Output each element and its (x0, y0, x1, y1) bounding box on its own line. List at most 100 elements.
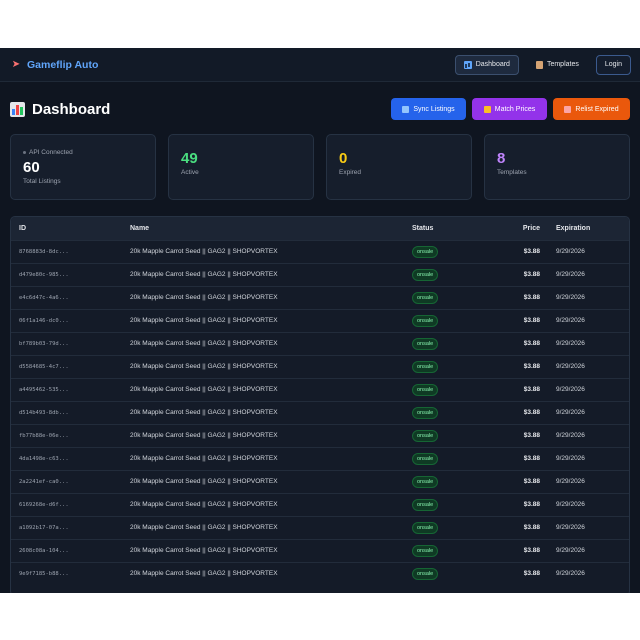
listing-price-cell: $3.88 (523, 547, 540, 554)
listing-status-cell: onsale (404, 493, 482, 516)
table-row[interactable]: 06f1a146-dc0... 20k Mapple Carrot Seed ||… (11, 309, 629, 332)
status-badge: onsale (412, 360, 439, 373)
listing-expiration-cell: 9/29/2026 (556, 455, 585, 462)
status-badge: onsale (412, 337, 439, 350)
nav-dashboard-label: Dashboard (475, 61, 510, 68)
table-row[interactable]: d479e80c-985... 20k Mapple Carrot Seed ||… (11, 263, 629, 286)
status-badge: onsale (412, 544, 439, 557)
listing-id-cell: d514b493-8db... (19, 409, 69, 416)
sync-listings-button[interactable]: Sync Listings (391, 98, 466, 120)
table-row[interactable]: 4da1498e-c63... 20k Mapple Carrot Seed ||… (11, 447, 629, 470)
relist-expired-label: Relist Expired (575, 105, 619, 113)
total-listings-value: 60 (23, 159, 40, 176)
table-row[interactable]: d5584685-4c7... 20k Mapple Carrot Seed ||… (11, 355, 629, 378)
table-row[interactable]: fb77b88e-06e... 20k Mapple Carrot Seed ||… (11, 424, 629, 447)
fire-icon (483, 105, 491, 113)
listing-name-cell: 20k Mapple Carrot Seed || GAG2 || SHOPVO… (130, 317, 278, 324)
match-prices-button[interactable]: Match Prices (472, 98, 547, 120)
listing-status-cell: onsale (404, 562, 482, 585)
api-status-text: API Connected (29, 149, 73, 156)
table-row[interactable]: bf789b03-79d... 20k Mapple Carrot Seed ||… (11, 332, 629, 355)
listing-name-cell: 20k Mapple Carrot Seed || GAG2 || SHOPVO… (130, 271, 278, 278)
listing-price-cell: $3.88 (523, 271, 540, 278)
listing-expiration-cell: 9/29/2026 (556, 340, 585, 347)
listing-expiration-cell: 9/29/2026 (556, 501, 585, 508)
listing-status-cell: onsale (404, 309, 482, 332)
col-header-expiration: Expiration (556, 224, 591, 232)
table-row[interactable]: 6169268e-d6f... 20k Mapple Carrot Seed ||… (11, 493, 629, 516)
login-button[interactable]: Login (595, 54, 631, 75)
listing-name-cell: 20k Mapple Carrot Seed || GAG2 || SHOPVO… (130, 570, 278, 578)
table-row[interactable]: 8768883d-8dc... 20k Mapple Carrot Seed ||… (11, 240, 629, 263)
col-header-name: Name (130, 224, 150, 232)
listing-name-cell: 20k Mapple Carrot Seed || GAG2 || SHOPVO… (130, 432, 278, 439)
expired-value: 0 (339, 150, 348, 167)
table-row[interactable]: 2608c08a-104... 20k Mapple Carrot Seed ||… (11, 539, 629, 562)
stats-row: API Connected 60 Total Listings 49 Activ… (0, 134, 640, 200)
table-row[interactable]: 9e9f7185-b88... 20k Mapple Carrot Seed ||… (11, 562, 629, 585)
listing-name-cell: 20k Mapple Carrot Seed || GAG2 || SHOPVO… (130, 294, 278, 301)
listing-price-cell: $3.88 (523, 248, 540, 255)
status-badge: onsale (412, 314, 439, 327)
templates-label: Templates (497, 169, 527, 176)
listing-expiration-cell: 9/29/2026 (556, 294, 585, 301)
listings-table-container: ID Name Status Price Expiration 8768883d… (10, 216, 630, 593)
listing-expiration-cell: 9/29/2026 (556, 524, 585, 531)
listing-status-cell: onsale (404, 539, 482, 562)
nav-dashboard-link[interactable]: Dashboard (454, 54, 519, 75)
listing-status-cell: onsale (404, 447, 482, 470)
col-header-price: Price (522, 224, 540, 232)
stat-card-active: 49 Active (168, 134, 314, 200)
listing-name-cell: 20k Mapple Carrot Seed || GAG2 || SHOPVO… (130, 501, 278, 508)
listing-id-cell: d5584685-4c7... (19, 363, 69, 370)
status-badge: onsale (412, 291, 439, 304)
listing-price-cell: $3.88 (523, 363, 540, 370)
listing-price-cell: $3.88 (523, 478, 540, 485)
listing-status-cell: onsale (404, 470, 482, 493)
listing-status-cell: onsale (404, 355, 482, 378)
listing-status-cell: onsale (404, 401, 482, 424)
brand[interactable]: ➤ Gameflip Auto (10, 59, 99, 71)
table-row[interactable]: e4c6d47c-4a6... 20k Mapple Carrot Seed ||… (11, 286, 629, 309)
listing-status-cell: onsale (404, 263, 482, 286)
rocket-icon: ➤ (11, 59, 21, 70)
listing-id-cell: a4495462-535... (19, 386, 69, 393)
listing-status-cell: onsale (404, 286, 482, 309)
listing-id-cell: 06f1a146-dc0... (19, 317, 69, 324)
status-badge: onsale (412, 383, 439, 396)
nav-templates-link[interactable]: Templates (527, 55, 588, 75)
page-header: Dashboard Sync Listings Match Prices Rel… (0, 98, 640, 120)
listing-price-cell: $3.88 (523, 317, 540, 324)
table-row[interactable]: a1092b17-07a... 20k Mapple Carrot Seed ||… (11, 516, 629, 539)
listing-expiration-cell: 9/29/2026 (556, 570, 585, 578)
listing-expiration-cell: 9/29/2026 (556, 386, 585, 393)
title-wrap: Dashboard (10, 101, 110, 118)
table-row[interactable]: d514b493-8db... 20k Mapple Carrot Seed ||… (11, 401, 629, 424)
app-window: ➤ Gameflip Auto Dashboard Templates Logi… (0, 48, 640, 593)
status-badge: onsale (412, 429, 439, 442)
relist-expired-button[interactable]: Relist Expired (553, 98, 630, 120)
relist-icon (564, 105, 572, 113)
status-badge: onsale (412, 268, 439, 281)
table-row[interactable]: a4495462-535... 20k Mapple Carrot Seed ||… (11, 378, 629, 401)
listing-id-cell: 8768883d-8dc... (19, 248, 69, 255)
listing-status-cell: onsale (404, 378, 482, 401)
listing-id-cell: e4c6d47c-4a6... (19, 294, 69, 301)
table-header-row: ID Name Status Price Expiration (11, 217, 629, 240)
listing-price-cell: $3.88 (523, 570, 540, 578)
listings-table: ID Name Status Price Expiration 8768883d… (11, 217, 629, 585)
sync-icon (402, 105, 410, 113)
total-listings-label: Total Listings (23, 178, 61, 185)
api-status: API Connected (23, 149, 143, 156)
stat-card-total: API Connected 60 Total Listings (10, 134, 156, 200)
listing-status-cell: onsale (404, 516, 482, 539)
expired-label: Expired (339, 169, 362, 176)
listing-price-cell: $3.88 (523, 501, 540, 508)
listing-expiration-cell: 9/29/2026 (556, 409, 585, 416)
dashboard-icon (463, 60, 472, 69)
listing-id-cell: 6169268e-d6f... (19, 501, 69, 508)
listing-price-cell: $3.88 (523, 455, 540, 462)
active-label: Active (181, 169, 199, 176)
listing-id-cell: 2608c08a-104... (19, 547, 69, 554)
table-row[interactable]: 2a2241ef-ca0... 20k Mapple Carrot Seed ||… (11, 470, 629, 493)
